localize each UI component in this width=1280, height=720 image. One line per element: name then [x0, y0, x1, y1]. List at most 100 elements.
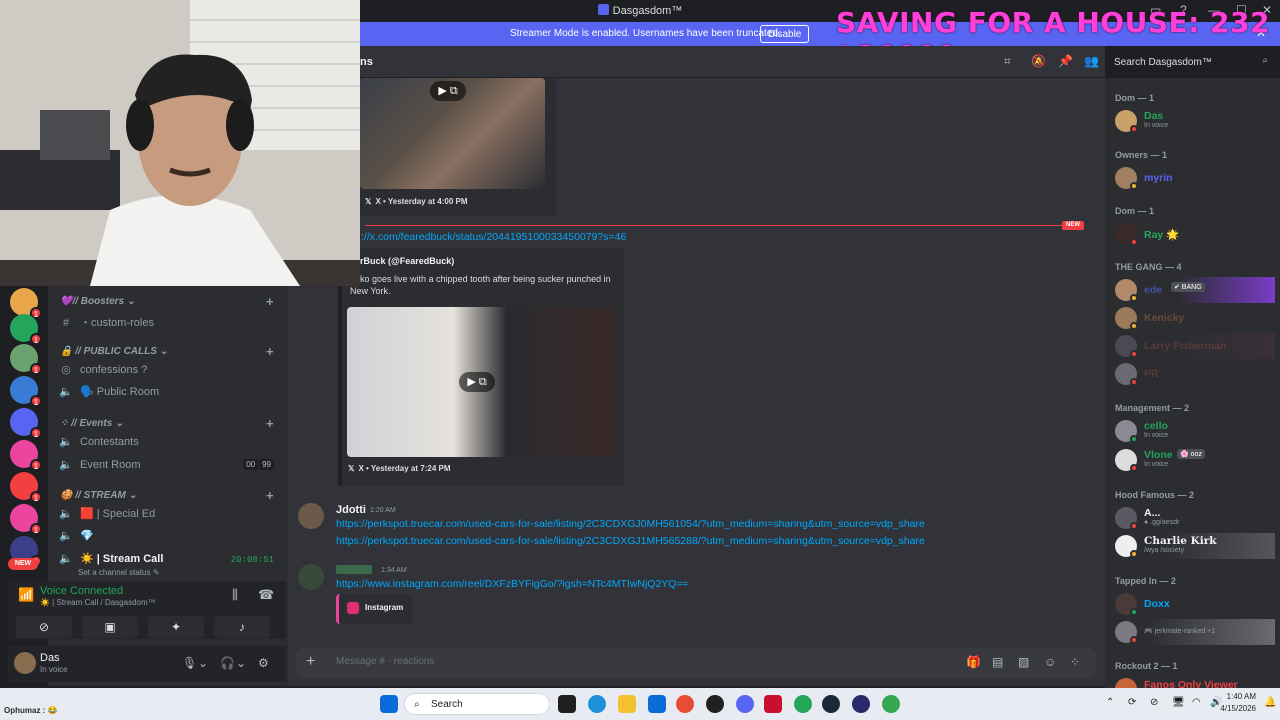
message-link[interactable]: https://www.instagram.com/reel/DXFzBYFig…: [336, 578, 689, 590]
camera-off-button[interactable]: ⊘: [16, 616, 72, 638]
avatar[interactable]: [14, 652, 36, 674]
member-item[interactable]: Doxx: [1113, 591, 1275, 617]
member-item[interactable]: 🎮 jerkmate-ranked +1: [1113, 619, 1275, 645]
obs-icon[interactable]: [706, 695, 724, 713]
channel-special-ed[interactable]: 🔈 🟥 | Special Ed: [58, 507, 278, 527]
noise-suppression-icon[interactable]: ⫼: [232, 587, 238, 603]
tray-app-icon[interactable]: ⟳: [1128, 697, 1136, 708]
voice-location[interactable]: ☀️ | Stream Call / Dasgasdom™: [40, 598, 156, 607]
chrome-icon[interactable]: [676, 695, 694, 713]
threads-icon[interactable]: ⌗: [1004, 54, 1011, 69]
sticker-icon[interactable]: ▨: [1018, 655, 1029, 669]
channel-event-room[interactable]: 🔈 Event Room 00 99: [58, 458, 278, 478]
notifications-muted-icon[interactable]: 🔕: [1031, 54, 1046, 68]
category-stream[interactable]: 🍪 // STREAM ⌄ +: [60, 488, 274, 503]
network-icon[interactable]: 🖥: [1172, 697, 1185, 708]
server-icon[interactable]: 1: [10, 440, 42, 471]
activities-button[interactable]: ✦: [148, 616, 204, 638]
message-author[interactable]: Jdotti: [336, 504, 366, 516]
channel-status-prompt[interactable]: Set a channel status ✎: [78, 568, 159, 577]
add-channel-icon[interactable]: +: [266, 488, 274, 503]
acrobat-icon[interactable]: [764, 695, 782, 713]
disconnect-icon[interactable]: ☎: [258, 587, 274, 603]
add-attachment-icon[interactable]: +: [306, 653, 315, 671]
microphone-icon[interactable]: 🎙: [182, 656, 197, 670]
channel-contestants[interactable]: 🔈 Contestants: [58, 435, 278, 455]
edge-icon[interactable]: [588, 695, 606, 713]
instagram-embed[interactable]: Instagram: [336, 594, 412, 624]
gift-icon[interactable]: 🎁: [966, 655, 981, 669]
server-icon[interactable]: 1: [10, 472, 42, 503]
member-item[interactable]: ede ✔ BANG: [1113, 277, 1275, 303]
channel-diamond[interactable]: 🔈 💎: [58, 529, 278, 549]
chrome-profile-icon[interactable]: [882, 695, 900, 713]
pin-icon[interactable]: 📌: [1058, 54, 1073, 68]
apps-icon[interactable]: ⁘: [1070, 655, 1080, 669]
server-icon[interactable]: 1: [10, 376, 42, 407]
member-item[interactable]: Charlie Kirk/wya /society: [1113, 533, 1275, 559]
member-item[interactable]: Das In voice: [1113, 108, 1275, 134]
taskbar-search[interactable]: ⌕ Search: [404, 693, 550, 715]
member-item[interactable]: PR: [1113, 361, 1275, 387]
category-public-calls[interactable]: 🔒 // PUBLIC CALLS ⌄ +: [60, 344, 274, 359]
channel-custom-roles[interactable]: # ・custom-roles: [58, 314, 278, 334]
disable-streamer-mode-button[interactable]: Disable: [760, 25, 810, 43]
emoji-icon[interactable]: ☺: [1044, 655, 1056, 669]
channel-confessions[interactable]: ◎ confessions ?: [58, 363, 278, 383]
settings-gear-icon[interactable]: ⚙: [258, 656, 269, 670]
new-unreads-pill[interactable]: NEW: [8, 558, 38, 570]
message-link[interactable]: https://perkspot.truecar.com/used-cars-f…: [336, 535, 925, 547]
steam-icon[interactable]: [822, 695, 840, 713]
avatar[interactable]: [298, 564, 324, 590]
category-events[interactable]: ⁘ // Events ⌄ +: [60, 416, 274, 431]
member-list-icon[interactable]: 👥: [1084, 54, 1099, 68]
signal-icon[interactable]: 📶: [18, 587, 34, 603]
member-item[interactable]: cello In voice: [1113, 418, 1275, 444]
video-thumbnail[interactable]: ▶ ⧉: [347, 307, 613, 457]
play-icon[interactable]: ▶ ⧉: [430, 81, 466, 101]
member-item[interactable]: Vlone 🌸 ooz In voice: [1113, 447, 1275, 473]
file-explorer-icon[interactable]: [618, 695, 636, 713]
search-box[interactable]: ⌕: [1108, 52, 1274, 72]
member-item[interactable]: myrin: [1113, 165, 1275, 191]
chevron-down-icon[interactable]: ⌄: [236, 656, 246, 670]
message-input[interactable]: [336, 656, 896, 667]
chevron-down-icon[interactable]: ⌄: [198, 656, 208, 670]
gif-icon[interactable]: ▤: [992, 655, 1003, 669]
avatar[interactable]: [298, 503, 324, 529]
headphones-icon[interactable]: 🎧: [220, 656, 235, 670]
member-item[interactable]: A... ● .gg/aesdr: [1113, 505, 1275, 531]
discord-taskbar-icon[interactable]: [736, 695, 754, 713]
server-icon[interactable]: 1: [10, 344, 42, 375]
member-item[interactable]: Fanos Only Viewer: [1113, 676, 1275, 688]
task-view-icon[interactable]: [558, 695, 576, 713]
system-clock[interactable]: 1:40 AM 4/15/2026: [1220, 691, 1256, 715]
add-channel-icon[interactable]: +: [266, 416, 274, 431]
message-link[interactable]: ://x.com/fearedbuck/status/2044195100033…: [361, 231, 626, 243]
app-icon[interactable]: [852, 695, 870, 713]
tray-app-icon[interactable]: ⊘: [1150, 697, 1158, 708]
app-icon[interactable]: [794, 695, 812, 713]
store-icon[interactable]: [648, 695, 666, 713]
channel-public-room[interactable]: 🔈 🗣️ Public Room: [58, 385, 278, 405]
wifi-icon[interactable]: ◠: [1192, 697, 1201, 708]
member-item[interactable]: Ray 🌟: [1113, 221, 1275, 247]
notification-bell-icon[interactable]: 🔔: [1264, 697, 1276, 708]
message-author[interactable]: [336, 565, 372, 574]
embed-author[interactable]: rBuck (@FearedBuck): [360, 256, 454, 266]
screen-share-button[interactable]: ▣: [82, 616, 138, 638]
category-boosters[interactable]: 💜// Boosters ⌄ +: [60, 294, 274, 309]
server-icon[interactable]: 1: [10, 314, 42, 345]
video-thumbnail[interactable]: ▶ ⧉: [360, 78, 545, 189]
tray-chevron-icon[interactable]: ⌃: [1106, 697, 1114, 708]
server-icon[interactable]: 1: [10, 408, 42, 439]
server-icon[interactable]: 1: [10, 288, 42, 319]
search-input[interactable]: [1114, 55, 1254, 69]
add-channel-icon[interactable]: +: [266, 294, 274, 309]
member-item[interactable]: Larry Fisherman: [1113, 333, 1275, 359]
server-icon[interactable]: 1: [10, 504, 42, 535]
start-menu-icon[interactable]: [380, 695, 398, 713]
play-icon[interactable]: ▶ ⧉: [459, 372, 495, 392]
message-link[interactable]: https://perkspot.truecar.com/used-cars-f…: [336, 518, 925, 530]
member-item[interactable]: Kenicky: [1113, 305, 1275, 331]
